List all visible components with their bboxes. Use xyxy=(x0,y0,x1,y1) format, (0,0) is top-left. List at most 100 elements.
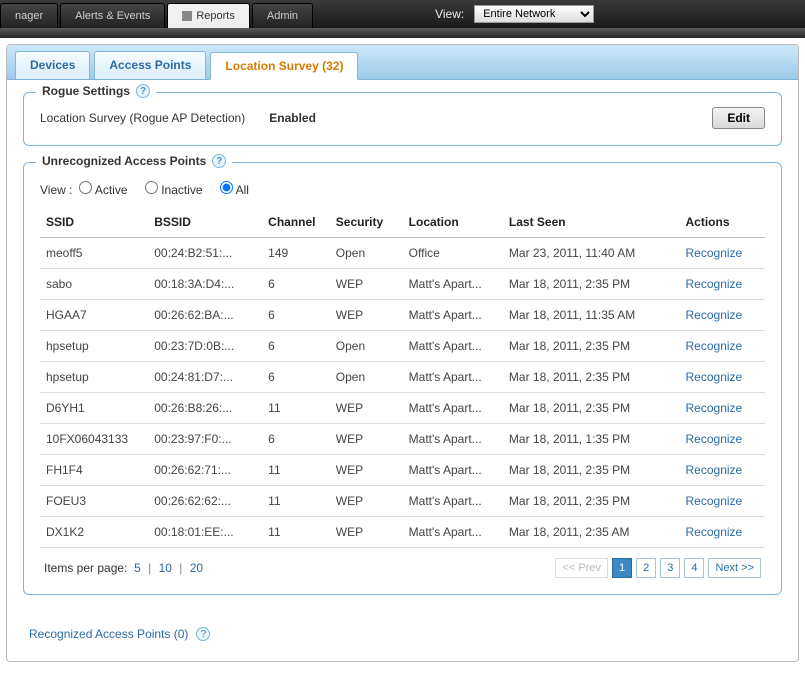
cell-channel: 149 xyxy=(262,238,330,269)
help-icon[interactable]: ? xyxy=(212,154,226,168)
cell-last_seen: Mar 18, 2011, 2:35 PM xyxy=(503,269,680,300)
radio-all[interactable]: All xyxy=(220,183,249,197)
cell-actions: Recognize xyxy=(680,362,765,393)
cell-ssid: DX1K2 xyxy=(40,517,148,548)
perpage-sep: | xyxy=(179,561,182,575)
table-row: 10FX0604313300:23:97:F0:...6WEPMatt's Ap… xyxy=(40,424,765,455)
recognize-link[interactable]: Recognize xyxy=(686,308,743,322)
rogue-legend: Rogue Settings ? xyxy=(36,84,156,98)
tab-devices[interactable]: Devices xyxy=(15,51,90,79)
rogue-legend-text: Rogue Settings xyxy=(42,84,130,98)
radio-active[interactable]: Active xyxy=(79,183,127,197)
pager-page-3[interactable]: 3 xyxy=(660,558,680,578)
cell-location: Office xyxy=(403,238,503,269)
cell-security: WEP xyxy=(330,517,403,548)
cell-last_seen: Mar 18, 2011, 2:35 PM xyxy=(503,455,680,486)
recognize-link[interactable]: Recognize xyxy=(686,277,743,291)
perpage-5[interactable]: 5 xyxy=(134,561,141,575)
top-tab-reports[interactable]: Reports xyxy=(167,3,250,28)
table-row: FH1F400:26:62:71:...11WEPMatt's Apart...… xyxy=(40,455,765,486)
perpage-10[interactable]: 10 xyxy=(159,561,172,575)
pager-page-4[interactable]: 4 xyxy=(684,558,704,578)
edit-button[interactable]: Edit xyxy=(712,107,765,129)
recognize-link[interactable]: Recognize xyxy=(686,246,743,260)
cell-last_seen: Mar 23, 2011, 11:40 AM xyxy=(503,238,680,269)
recognize-link[interactable]: Recognize xyxy=(686,401,743,415)
pager-prev[interactable]: << Prev xyxy=(555,558,608,578)
cell-last_seen: Mar 18, 2011, 2:35 PM xyxy=(503,362,680,393)
cell-bssid: 00:18:3A:D4:... xyxy=(148,269,262,300)
col-security[interactable]: Security xyxy=(330,207,403,238)
col-bssid[interactable]: BSSID xyxy=(148,207,262,238)
cell-location: Matt's Apart... xyxy=(403,269,503,300)
view-filter-label: View : xyxy=(40,183,72,197)
cell-security: Open xyxy=(330,331,403,362)
top-nav: nager Alerts & Events Reports Admin View… xyxy=(0,0,805,28)
cell-channel: 6 xyxy=(262,331,330,362)
cell-security: WEP xyxy=(330,455,403,486)
view-label: View: xyxy=(435,7,464,21)
help-icon[interactable]: ? xyxy=(136,84,150,98)
aps-legend-text: Unrecognized Access Points xyxy=(42,154,206,168)
pager-page-1[interactable]: 1 xyxy=(612,558,632,578)
col-actions: Actions xyxy=(680,207,765,238)
cell-location: Matt's Apart... xyxy=(403,424,503,455)
top-tab-reports-label: Reports xyxy=(196,10,235,22)
recognize-link[interactable]: Recognize xyxy=(686,370,743,384)
table-row: FOEU300:26:62:62:...11WEPMatt's Apart...… xyxy=(40,486,765,517)
content: Rogue Settings ? Location Survey (Rogue … xyxy=(7,80,798,615)
cell-actions: Recognize xyxy=(680,517,765,548)
recognize-link[interactable]: Recognize xyxy=(686,525,743,539)
table-row: meoff500:24:B2:51:...149OpenOfficeMar 23… xyxy=(40,238,765,269)
pager-next[interactable]: Next >> xyxy=(708,558,761,578)
recognize-link[interactable]: Recognize xyxy=(686,432,743,446)
radio-inactive[interactable]: Inactive xyxy=(145,183,203,197)
recognize-link[interactable]: Recognize xyxy=(686,339,743,353)
top-tab-admin[interactable]: Admin xyxy=(252,3,313,28)
top-tab-manager[interactable]: nager xyxy=(0,3,58,28)
col-channel[interactable]: Channel xyxy=(262,207,330,238)
table-row: D6YH100:26:B8:26:...11WEPMatt's Apart...… xyxy=(40,393,765,424)
rogue-settings-section: Rogue Settings ? Location Survey (Rogue … xyxy=(23,92,782,146)
pager-page-2[interactable]: 2 xyxy=(636,558,656,578)
recognized-aps-link[interactable]: Recognized Access Points (0) ? xyxy=(7,615,232,641)
view-select[interactable]: Entire Network xyxy=(474,5,594,23)
items-per-page: Items per page: 5 | 10 | 20 xyxy=(44,561,203,575)
main-panel: Devices Access Points Location Survey (3… xyxy=(6,44,799,662)
perpage-20[interactable]: 20 xyxy=(190,561,203,575)
table-row: sabo00:18:3A:D4:...6WEPMatt's Apart...Ma… xyxy=(40,269,765,300)
sub-tabstrip: Devices Access Points Location Survey (3… xyxy=(7,45,798,80)
table-footer: Items per page: 5 | 10 | 20 << Prev 1 2 … xyxy=(40,548,765,578)
cell-ssid: FH1F4 xyxy=(40,455,148,486)
cell-actions: Recognize xyxy=(680,269,765,300)
col-last-seen[interactable]: Last Seen xyxy=(503,207,680,238)
col-ssid[interactable]: SSID xyxy=(40,207,148,238)
cell-last_seen: Mar 18, 2011, 2:35 PM xyxy=(503,331,680,362)
cell-location: Matt's Apart... xyxy=(403,393,503,424)
cell-channel: 11 xyxy=(262,517,330,548)
sub-bar xyxy=(0,28,805,38)
cell-channel: 6 xyxy=(262,362,330,393)
cell-location: Matt's Apart... xyxy=(403,362,503,393)
cell-location: Matt's Apart... xyxy=(403,300,503,331)
cell-ssid: meoff5 xyxy=(40,238,148,269)
rogue-status: Enabled xyxy=(269,111,316,125)
help-icon[interactable]: ? xyxy=(196,627,210,641)
aps-legend: Unrecognized Access Points ? xyxy=(36,154,232,168)
cell-ssid: HGAA7 xyxy=(40,300,148,331)
col-location[interactable]: Location xyxy=(403,207,503,238)
cell-security: WEP xyxy=(330,486,403,517)
recognize-link[interactable]: Recognize xyxy=(686,494,743,508)
cell-bssid: 00:26:62:62:... xyxy=(148,486,262,517)
recognize-link[interactable]: Recognize xyxy=(686,463,743,477)
tab-access-points[interactable]: Access Points xyxy=(94,51,206,79)
radio-all-label: All xyxy=(236,183,249,197)
cell-security: Open xyxy=(330,362,403,393)
cell-channel: 6 xyxy=(262,269,330,300)
radio-active-label: Active xyxy=(95,183,128,197)
cell-bssid: 00:26:B8:26:... xyxy=(148,393,262,424)
tab-location-survey[interactable]: Location Survey (32) xyxy=(210,52,358,80)
cell-channel: 6 xyxy=(262,424,330,455)
top-tab-alerts[interactable]: Alerts & Events xyxy=(60,3,165,28)
cell-actions: Recognize xyxy=(680,238,765,269)
